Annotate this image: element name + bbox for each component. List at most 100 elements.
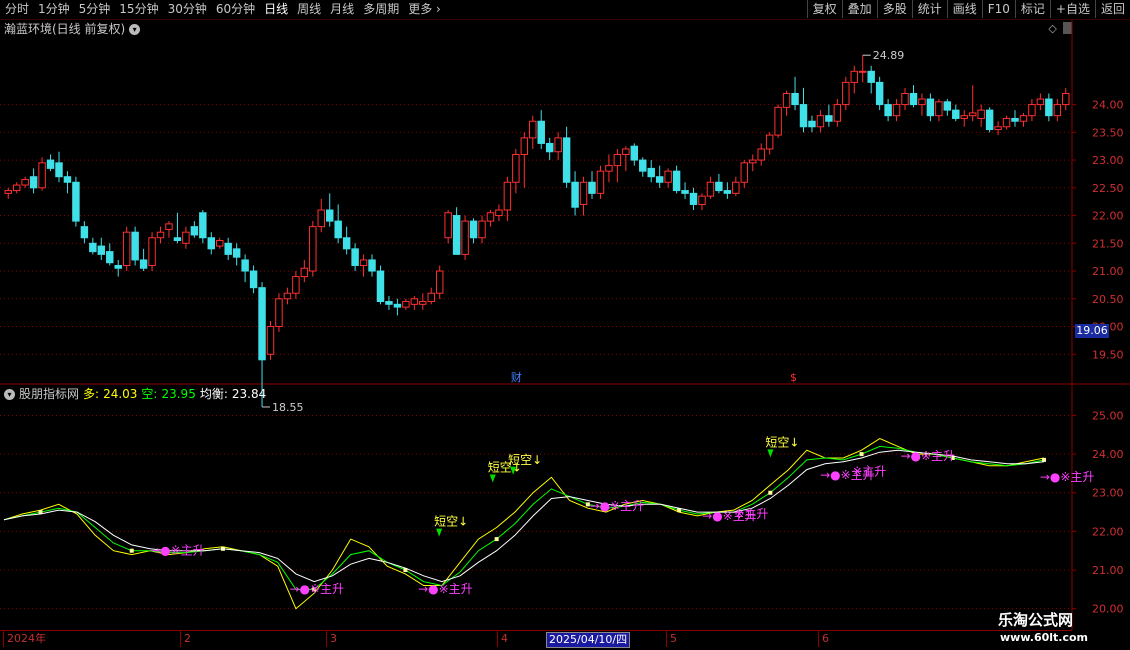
event-marker: 财 [511,370,522,384]
candle [520,132,529,188]
candle [63,171,72,194]
candle-body [1036,98,1045,106]
candle [723,182,732,199]
candle-body [55,162,63,178]
watermark-url: www.60lt.com [1000,631,1089,644]
candle [698,193,706,210]
y-tick-label: 19.50 [1092,348,1124,361]
main-grid [0,20,1130,630]
series-point [859,452,864,457]
candle [1045,93,1053,122]
candle [1002,115,1011,130]
candle-body [359,259,368,266]
candle-body [444,212,452,239]
candle-body [1062,92,1070,106]
candle [359,254,368,277]
candle-body [224,242,232,255]
candle [216,237,224,249]
candle-body [63,176,72,183]
candle-body [622,148,630,156]
candle-body [207,237,216,250]
candle [529,115,537,149]
candle [537,110,545,149]
candle-body [199,212,207,239]
down-arrow-icon [489,474,496,483]
candle-body [850,70,858,83]
candle-body [190,226,199,236]
candle [782,90,791,116]
candle-body [300,267,309,278]
candle [875,76,884,111]
candle [266,320,275,360]
candle [351,243,359,272]
candle-body [681,190,689,194]
candle [816,110,825,133]
candle [21,176,29,188]
candle-body [943,101,952,111]
candle-body [858,70,867,73]
candle-body [968,112,977,117]
chevron-down-icon[interactable]: ▾ [4,388,15,400]
candle [639,157,647,177]
signal-label: →●※主升 [900,449,955,463]
y-tick-label: 22.50 [1092,182,1124,195]
candle [80,221,89,244]
date-axis: 2025/04/10/四 2024年 2 3 4 5 6 [0,630,1072,648]
candle [182,226,190,249]
candle [613,148,622,183]
short-signal-label: 短空↓ [434,515,468,529]
duo-label: 多: [83,387,100,401]
signal-label: →●※主升 [590,499,645,513]
candle-body [376,270,385,303]
candle [825,104,833,127]
month-label-2: 3 [326,631,337,647]
candle-body [29,176,38,189]
candle [765,132,774,155]
candle [55,151,63,183]
candle-body [892,104,901,117]
candle-body [461,220,469,255]
candle [283,287,292,305]
candle [926,93,935,122]
candle-body [241,259,249,272]
candle [706,176,715,199]
candle-body [469,220,478,239]
y-tick-label: 20.50 [1092,293,1124,306]
candle-body [571,181,579,208]
candle-body [740,162,749,183]
candle-body [529,120,537,139]
candle [605,154,613,183]
y-tick-label: 21.00 [1092,564,1124,577]
signal-label: ※主升 [852,464,886,478]
candle-body [605,165,613,172]
candle-body [765,134,774,150]
signal-label: ※主升 [734,507,768,521]
candle [419,293,427,310]
candle-body [393,303,402,308]
candle-body [782,92,791,108]
candle [97,237,106,260]
candle [46,154,55,172]
candle [808,115,816,133]
candle [38,157,46,191]
series-point [129,548,134,553]
junheng-label: 均衡: [199,387,228,401]
candle [495,204,503,222]
candle [402,298,410,310]
month-label-1: 2 [180,631,191,647]
cursor-date: 2025/04/10/四 [546,632,631,648]
month-label-5: 6 [818,631,829,647]
candle-body [139,259,148,269]
candle [435,265,444,299]
candle-body [808,120,816,128]
chart-area[interactable]: 24.00 23.50 23.00 22.50 22.00 21.50 21.00 20.50… [0,0,1130,650]
candle [622,146,630,172]
candle-body [545,142,554,153]
candle [486,210,495,227]
candle [385,296,393,310]
candle-body [283,292,292,300]
candle-body [918,98,926,106]
candle-body [38,162,46,189]
candle [207,232,216,255]
duo-value: 24.03 [103,387,138,401]
